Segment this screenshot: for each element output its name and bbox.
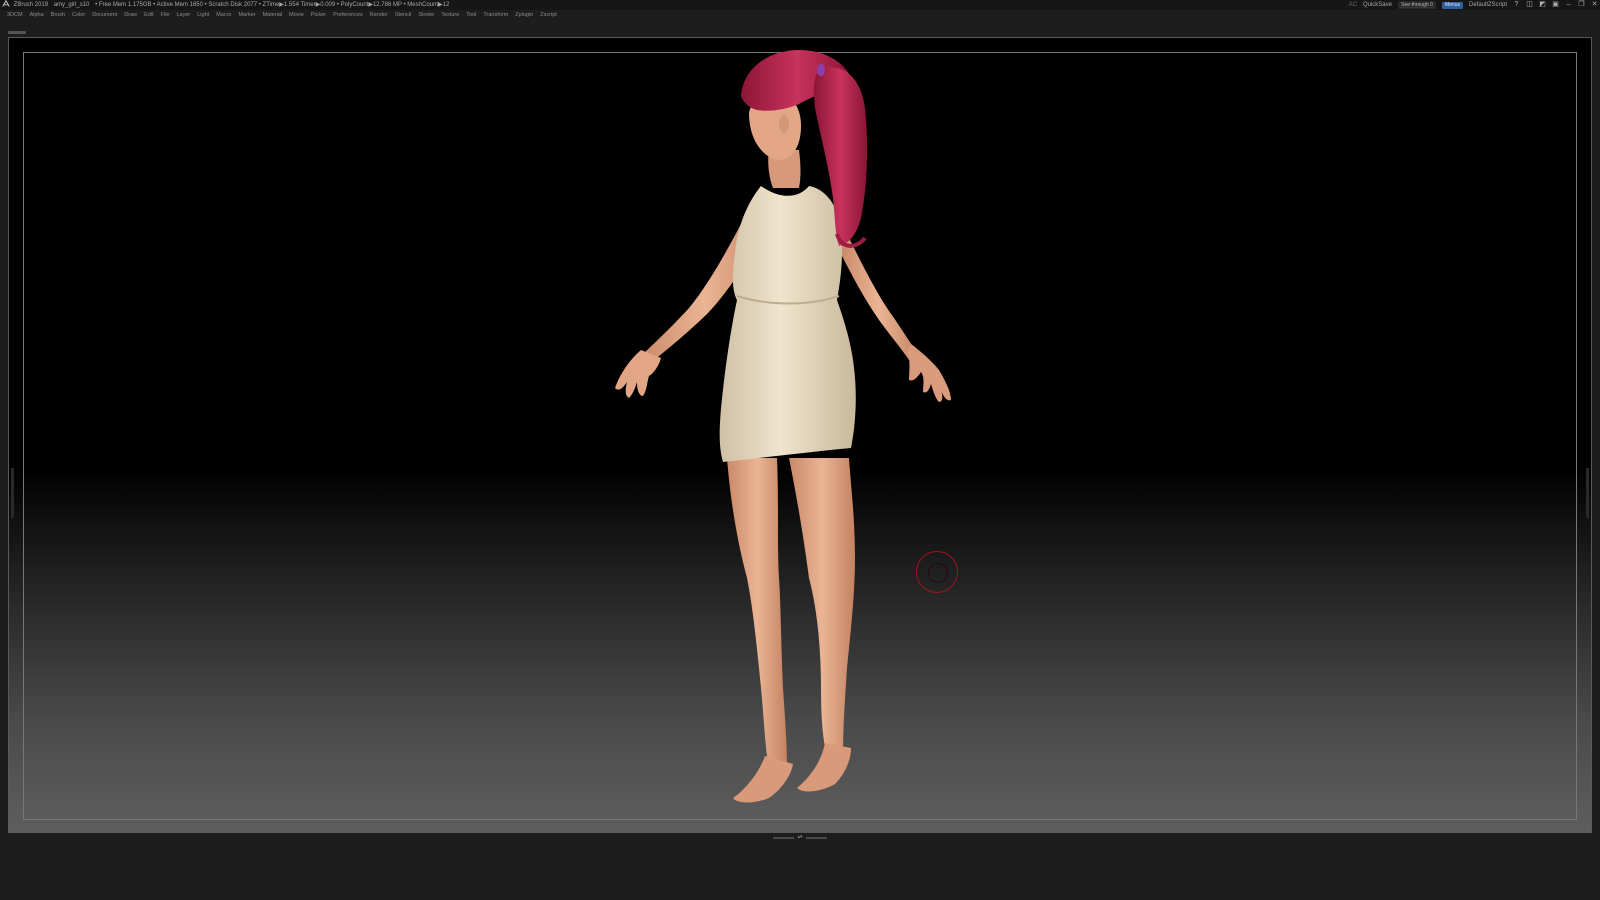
menu-item-movie[interactable]: Movie — [289, 10, 304, 21]
bottom-handle-line-right — [805, 836, 827, 839]
menu-item-file[interactable]: File — [161, 10, 170, 21]
menu-item-material[interactable]: Material — [263, 10, 283, 21]
right-arm — [839, 238, 919, 360]
zbrush-logo-icon — [2, 0, 10, 8]
title-bar: ZBrush 2019 amy_girl_s10 • Free Mem 1.17… — [0, 0, 1600, 10]
right-foot — [797, 743, 851, 792]
palette-icon[interactable]: ◩ — [1539, 1, 1546, 9]
menu-item-tool[interactable]: Tool — [466, 10, 476, 21]
menu-item-zplugin[interactable]: Zplugin — [515, 10, 533, 21]
project-name: amy_girl_s10 — [53, 2, 90, 8]
left-tray-handle[interactable] — [11, 468, 14, 518]
menu-item-layer[interactable]: Layer — [176, 10, 190, 21]
bottom-handle-line-left — [773, 836, 795, 839]
menu-item-preferences[interactable]: Preferences — [333, 10, 363, 21]
see-through-track — [1399, 7, 1434, 8]
top-tray-handle[interactable] — [8, 31, 26, 34]
status-info: • Free Mem 1.175GB • Active Mem 1650 • S… — [95, 2, 450, 8]
menu-item-render[interactable]: Render — [370, 10, 388, 21]
menu-item-zscript[interactable]: Zscript — [540, 10, 557, 21]
menu-item-light[interactable]: Light — [197, 10, 209, 21]
brush-cursor-ring — [916, 551, 958, 593]
lock-icon[interactable]: ▣ — [1552, 1, 1559, 9]
menu-item-texture[interactable]: Texture — [441, 10, 459, 21]
menu-item-stencil[interactable]: Stencil — [395, 10, 412, 21]
minimize-icon[interactable]: – — [1565, 1, 1572, 9]
menu-item-color[interactable]: Color — [72, 10, 85, 21]
bottom-tray-handle[interactable]: ▴▾ — [773, 835, 827, 840]
expand-arrows-icon: ▴▾ — [797, 834, 803, 840]
menu-item-marker[interactable]: Marker — [238, 10, 255, 21]
ear — [779, 115, 789, 133]
menu-item-macro[interactable]: Macro — [216, 10, 231, 21]
left-hand — [615, 350, 661, 398]
left-foot — [733, 756, 793, 803]
dress — [719, 186, 856, 462]
hair-tie — [817, 64, 825, 76]
document-canvas[interactable] — [8, 37, 1592, 833]
ac-toggle[interactable]: AC — [1349, 0, 1357, 10]
menu-bar: 3DCM Alpha Brush Color Document Draw Edit File L… — [0, 10, 1600, 21]
left-leg — [727, 458, 787, 768]
help-icon[interactable]: ? — [1513, 1, 1520, 9]
menu-item-alpha[interactable]: Alpha — [30, 10, 44, 21]
right-tray-handle[interactable] — [1586, 468, 1589, 518]
menu-item-edit[interactable]: Edit — [144, 10, 153, 21]
restore-icon[interactable]: ❐ — [1578, 1, 1585, 9]
menu-item-transform[interactable]: Transform — [483, 10, 508, 21]
character-model[interactable] — [9, 38, 1592, 833]
see-through-slider[interactable]: See-through 0 — [1397, 1, 1436, 9]
right-hand — [907, 344, 951, 402]
menu-item-3dcm[interactable]: 3DCM — [7, 10, 23, 21]
menus-button[interactable]: Menus — [1441, 1, 1463, 9]
menu-item-document[interactable]: Document — [92, 10, 117, 21]
quicksave-button[interactable]: QuickSave — [1363, 0, 1392, 10]
app-title: ZBrush 2019 — [13, 2, 49, 8]
menu-item-picker[interactable]: Picker — [311, 10, 326, 21]
layout-icon[interactable]: ◫ — [1526, 1, 1533, 9]
menu-item-brush[interactable]: Brush — [51, 10, 65, 21]
script-name[interactable]: DefaultZScript — [1469, 0, 1507, 10]
right-leg — [789, 458, 855, 758]
close-icon[interactable]: ✕ — [1591, 1, 1598, 9]
menu-item-stroke[interactable]: Stroke — [418, 10, 434, 21]
menu-item-draw[interactable]: Draw — [124, 10, 137, 21]
